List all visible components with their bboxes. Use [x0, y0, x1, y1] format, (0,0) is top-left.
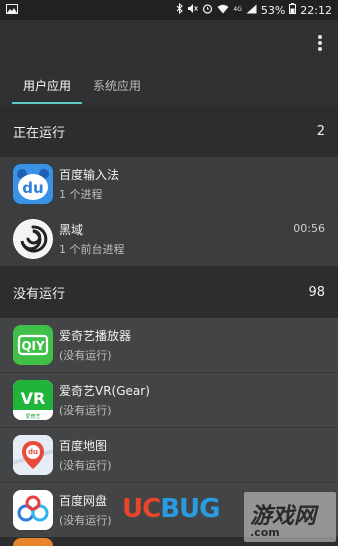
running-count: 2: [316, 123, 325, 139]
app-status: (没有运行): [59, 513, 112, 527]
app-name: 百度地图: [59, 438, 108, 453]
list-item-text: 百度输入法 1 个进程: [59, 167, 119, 202]
baidu-input-icon: du: [13, 164, 53, 204]
next-app-icon-partial: [13, 538, 53, 546]
svg-text:du: du: [22, 179, 43, 197]
battery-icon: [289, 3, 297, 17]
watermark-domain: .com: [250, 526, 280, 539]
clock: 22:12: [300, 3, 332, 17]
list-item-brevent[interactable]: 黑域 1 个前台进程 00:56: [0, 212, 338, 266]
mute-icon: [187, 3, 199, 17]
list-item-text: 爱奇艺VR(Gear) (没有运行): [59, 383, 150, 418]
list-item-text: 百度网盘 (没有运行): [59, 493, 112, 528]
tab-user-apps[interactable]: 用户应用: [12, 76, 83, 104]
tab-system-apps[interactable]: 系统应用: [82, 76, 152, 104]
svg-text:VR: VR: [21, 389, 46, 408]
not-running-section-header: 没有运行 98: [0, 267, 338, 317]
network-type-label: 4G: [233, 6, 242, 13]
watermark-logo: UCBUG 游戏网 .com: [118, 488, 338, 546]
battery-percent: 53%: [260, 3, 286, 17]
app-status: (没有运行): [59, 458, 112, 472]
app-name: 黑域: [59, 222, 84, 237]
list-item-baidu-input[interactable]: du 百度输入法 1 个进程: [0, 157, 338, 211]
list-item-baidu-map[interactable]: du 百度地图 (没有运行): [0, 428, 338, 482]
list-item-text: 百度地图 (没有运行): [59, 438, 112, 473]
not-running-count: 98: [308, 284, 325, 300]
not-running-section-title: 没有运行: [13, 286, 66, 302]
app-name: 百度网盘: [59, 493, 108, 508]
baidu-netdisk-icon: [13, 490, 53, 530]
list-item-iqiyi[interactable]: QIY 爱奇艺播放器 (没有运行): [0, 318, 338, 372]
baidu-map-icon-text: du: [28, 448, 38, 456]
app-status: 1 个前台进程: [59, 242, 125, 256]
svg-text:QIY: QIY: [21, 339, 45, 353]
brevent-icon: [13, 219, 53, 259]
list-item-text: 黑域 1 个前台进程: [59, 222, 125, 257]
tab-bar: 用户应用 系统应用: [12, 76, 152, 104]
signal-icon: [246, 4, 257, 17]
app-name: 百度输入法: [59, 167, 120, 182]
more-options-icon[interactable]: [312, 32, 328, 54]
status-left: [6, 3, 18, 17]
watermark-brand: UCBUG: [122, 494, 220, 524]
app-name: 爱奇艺播放器: [59, 328, 132, 343]
app-status: 1 个进程: [59, 187, 103, 201]
bluetooth-icon: [176, 2, 184, 17]
iqiyi-vr-icon-caption: 爱奇艺: [25, 414, 41, 420]
list-item-text: 爱奇艺播放器 (没有运行): [59, 328, 131, 363]
status-right: 4G 53% 22:12: [176, 2, 332, 17]
app-status: (没有运行): [59, 348, 112, 362]
status-bar: 4G 53% 22:12: [0, 0, 338, 20]
app-bar: 用户应用 系统应用: [0, 20, 338, 106]
list-item-iqiyi-vr[interactable]: VR 爱奇艺 爱奇艺VR(Gear) (没有运行): [0, 373, 338, 427]
picture-notification-icon: [6, 3, 18, 17]
iqiyi-icon: QIY: [13, 325, 53, 365]
run-duration: 00:56: [293, 222, 325, 235]
running-section-title: 正在运行: [13, 125, 66, 141]
app-status: (没有运行): [59, 403, 112, 417]
app-name: 爱奇艺VR(Gear): [59, 383, 150, 398]
alarm-icon: [202, 3, 213, 17]
wifi-icon: [217, 4, 229, 17]
running-section-header: 正在运行 2: [0, 106, 338, 156]
